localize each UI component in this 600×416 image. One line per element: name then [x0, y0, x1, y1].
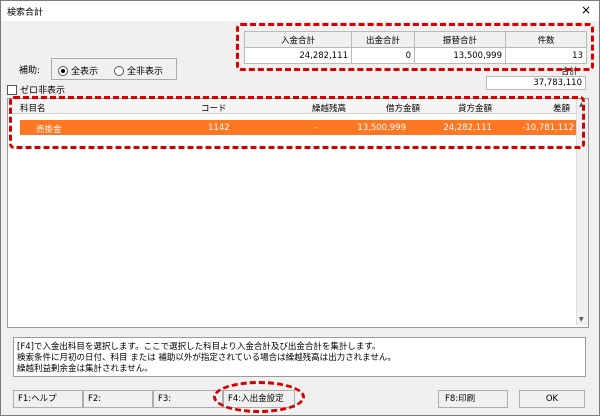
- radio-show-all[interactable]: 全表示: [58, 64, 98, 77]
- f1-help-button[interactable]: F1:ヘルプ: [13, 390, 83, 408]
- window-title: 検索合計: [7, 8, 44, 18]
- f2-button[interactable]: F2:: [83, 390, 153, 408]
- radio-hide-all[interactable]: 全非表示: [114, 64, 163, 77]
- info-message-box: [F4]で入金出科目を選択します。ここで選択した科目より入金合計及び出金合計を集…: [13, 337, 586, 377]
- radio-show-all-label: 全表示: [71, 67, 99, 77]
- total-value: 37,783,110: [486, 76, 586, 90]
- ok-button[interactable]: OK: [519, 390, 585, 408]
- radio-dot-icon: [58, 65, 68, 76]
- scroll-down-icon[interactable]: ▼: [579, 316, 584, 323]
- f8-print-button[interactable]: F8:印刷: [438, 390, 508, 408]
- zero-hide-checkbox[interactable]: ゼロ非表示: [7, 83, 65, 96]
- annotation-summary-highlight: [236, 23, 594, 71]
- annotation-grid-highlight: [9, 96, 585, 149]
- zero-hide-label: ゼロ非表示: [20, 86, 66, 96]
- info-line: 繰越利益剰余金は集計されません。: [17, 364, 153, 374]
- title-bar: 検索合計 ×: [1, 1, 599, 21]
- close-icon[interactable]: ×: [581, 3, 591, 17]
- hojo-radio-group: 全表示 全非表示: [51, 58, 177, 80]
- radio-dot-icon: [114, 65, 124, 76]
- hojo-label: 補助:: [19, 66, 41, 76]
- checkbox-icon: [7, 84, 17, 95]
- annotation-f4-highlight: [213, 381, 305, 413]
- radio-hide-all-label: 全非表示: [127, 67, 164, 77]
